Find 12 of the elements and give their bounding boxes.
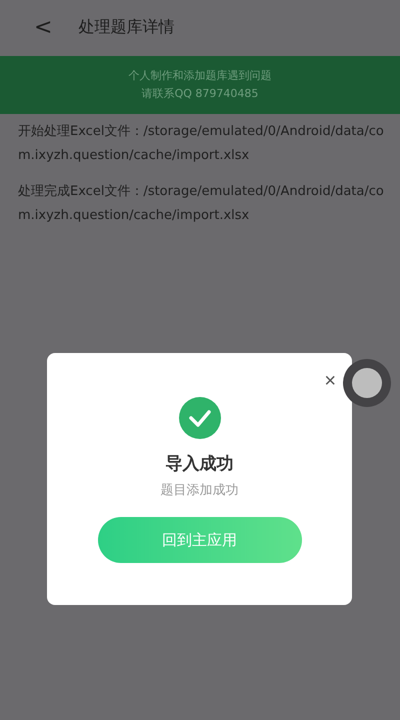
dialog-title: 导入成功: [166, 453, 234, 475]
close-button[interactable]: ×: [324, 371, 336, 391]
return-button[interactable]: 回到主应用: [98, 517, 302, 563]
notice-text: 个人制作和添加题库遇到问题: [128, 68, 272, 84]
log-text: 处理完成Excel文件：/storage/emulated/0/Android/data/com.ixyzh.question/cache/import.xlsx: [18, 183, 385, 225]
floating-ball-icon[interactable]: [343, 359, 391, 407]
check-icon: [178, 396, 222, 440]
back-button[interactable]: <: [34, 14, 52, 40]
log-text: 开始处理Excel文件：/storage/emulated/0/Android/data/com.ixyzh.question/cache/import.xlsx: [18, 123, 385, 165]
notice-text: 请联系QQ 879740485: [142, 86, 258, 102]
page-title: 处理题库详情: [78, 16, 174, 38]
dialog-message: 题目添加成功: [160, 482, 238, 499]
